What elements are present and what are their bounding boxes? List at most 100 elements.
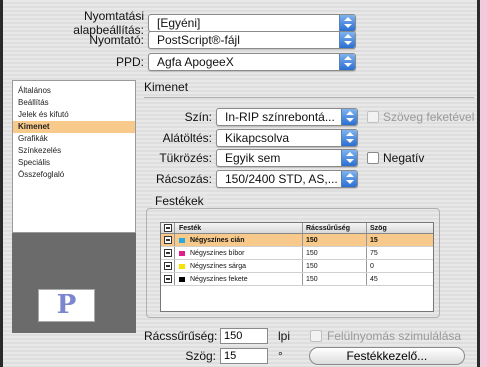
sidebar-item-altalanos[interactable]: Általános [13, 85, 135, 97]
table-row[interactable]: Négyszínes bíbor 150 75 [161, 247, 433, 260]
print-toggle-cell [161, 247, 175, 259]
printer-value: PostScript®-fájl [157, 33, 240, 47]
ink-frequency: 150 [303, 234, 367, 246]
ink-angle: 75 [370, 249, 378, 257]
screening-value: 150/2400 STD, AS,... [225, 172, 338, 186]
negative-checkbox[interactable] [367, 152, 379, 164]
ink-name: Négyszínes cián [190, 236, 245, 244]
popup-arrow-icon [341, 109, 357, 125]
color-row: Szín: In-RIP színrebontá... Szöveg feket… [144, 108, 474, 126]
popup-arrow-icon [341, 171, 357, 187]
table-row[interactable]: Négyszínes fekete 150 45 [161, 273, 433, 286]
ink-name: Négyszínes sárga [190, 262, 247, 270]
trapping-label: Alátöltés: [162, 131, 212, 145]
page-preview-logo: P [38, 289, 95, 322]
column-header-angle[interactable]: Szög [367, 223, 433, 233]
ink-frequency: 150 [303, 260, 367, 272]
category-list: Általános Beállítás Jelek és kifutó Kime… [12, 80, 136, 233]
sidebar-item-kimenet[interactable]: Kimenet [13, 121, 135, 133]
text-black-label: Szöveg feketével [383, 110, 475, 124]
ink-name-cell: Négyszínes sárga [175, 260, 303, 272]
print-toggle-cell [161, 234, 175, 246]
sidebar-item-osszefoglalo[interactable]: Összefoglaló [13, 169, 135, 181]
printer-column-header [161, 223, 175, 233]
angle-unit: ° [278, 349, 283, 363]
popup-arrow-icon [341, 150, 357, 166]
screening-popup[interactable]: 150/2400 STD, AS,... [216, 170, 358, 188]
printer-icon[interactable] [163, 249, 172, 257]
flip-value: Egyik sem [225, 151, 281, 165]
column-header-ink[interactable]: Festék [175, 223, 303, 233]
preset-value: [Egyéni] [157, 16, 201, 30]
printer-icon[interactable] [163, 275, 172, 283]
title-divider [144, 97, 474, 98]
printer-icon[interactable] [163, 236, 172, 244]
ppd-value: Agfa ApogeeX [157, 55, 234, 69]
ink-angle: 0 [370, 262, 374, 270]
preset-popup[interactable]: [Egyéni] [148, 14, 356, 32]
ink-name-cell: Négyszínes bíbor [175, 247, 303, 259]
flip-popup[interactable]: Egyik sem [216, 149, 358, 167]
printer-label: Nyomtató: [89, 33, 144, 47]
flip-label: Tükrözés: [159, 151, 212, 165]
print-toggle-cell [161, 260, 175, 272]
ppd-row: PPD: Agfa ApogeeX [10, 53, 356, 71]
sidebar-item-grafikak[interactable]: Grafikák [13, 133, 135, 145]
overprint-label: Felülnyomás szimulálása [327, 329, 462, 343]
color-popup[interactable]: In-RIP színrebontá... [216, 108, 358, 126]
inks-group-label: Festékek [152, 194, 207, 208]
color-value: In-RIP színrebontá... [225, 110, 335, 124]
inks-table: Festék Rácssűrűség Szög Négyszínes cián … [160, 222, 434, 312]
printer-row: Nyomtató: PostScript®-fájl [10, 31, 356, 49]
negative-label: Negatív [383, 151, 425, 165]
ink-name-cell: Négyszínes fekete [175, 273, 303, 285]
flip-row: Tükrözés: Egyik sem Negatív [144, 149, 424, 167]
swatch-icon [179, 263, 185, 269]
frequency-row: Rácssűrűség: 150 lpi Felülnyomás szimulá… [144, 328, 461, 344]
swatch-icon [179, 276, 185, 282]
text-black-checkbox[interactable] [367, 111, 379, 123]
trapping-popup[interactable]: Kikapcsolva [216, 129, 358, 147]
popup-arrow-icon [339, 32, 355, 48]
ink-name-cell: Négyszínes cián [175, 234, 303, 246]
table-row[interactable]: Négyszínes sárga 150 0 [161, 260, 433, 273]
sidebar-item-szinkezeles[interactable]: Színkezelés [13, 145, 135, 157]
trapping-row: Alátöltés: Kikapcsolva [144, 129, 358, 147]
angle-row: Szög: 15 ° Festékkezelő... [144, 347, 465, 365]
angle-label: Szög: [185, 349, 216, 363]
ink-manager-button[interactable]: Festékkezelő... [308, 347, 465, 365]
popup-arrow-icon [339, 15, 355, 31]
ppd-popup[interactable]: Agfa ApogeeX [148, 53, 356, 71]
ink-name: Négyszínes bíbor [190, 249, 245, 257]
ink-angle: 15 [370, 236, 378, 244]
screening-row: Rácsozás: 150/2400 STD, AS,... [144, 170, 358, 188]
table-row[interactable]: Négyszínes cián 150 15 [161, 234, 433, 247]
swatch-icon [179, 237, 185, 243]
ink-name: Négyszínes fekete [190, 275, 248, 283]
swatch-icon [179, 250, 185, 256]
popup-arrow-icon [341, 130, 357, 146]
sidebar-item-jelek[interactable]: Jelek és kifutó [13, 109, 135, 121]
overprint-checkbox[interactable] [310, 330, 323, 342]
angle-field[interactable]: 15 [220, 348, 268, 364]
ink-frequency: 150 [303, 247, 367, 259]
color-label: Szín: [184, 110, 212, 124]
printer-icon[interactable] [163, 262, 172, 270]
sidebar-item-beallitas[interactable]: Beállítás [13, 97, 135, 109]
ink-frequency: 150 [303, 273, 367, 285]
printer-popup[interactable]: PostScript®-fájl [148, 31, 356, 49]
sidebar-item-specialis[interactable]: Speciális [13, 157, 135, 169]
frequency-unit: lpi [278, 329, 291, 343]
popup-arrow-icon [339, 54, 355, 70]
printer-icon [163, 224, 172, 232]
print-toggle-cell [161, 273, 175, 285]
ink-angle: 45 [370, 275, 378, 283]
panel-title: Kimenet [144, 80, 189, 94]
ppd-label: PPD: [115, 55, 144, 69]
frequency-field[interactable]: 150 [220, 328, 268, 344]
frequency-label: Rácssűrűség: [144, 329, 218, 343]
inks-table-header: Festék Rácssűrűség Szög [161, 223, 433, 234]
column-header-frequency[interactable]: Rácssűrűség [303, 223, 367, 233]
screening-label: Rácsozás: [155, 172, 212, 186]
trapping-value: Kikapcsolva [225, 131, 290, 145]
